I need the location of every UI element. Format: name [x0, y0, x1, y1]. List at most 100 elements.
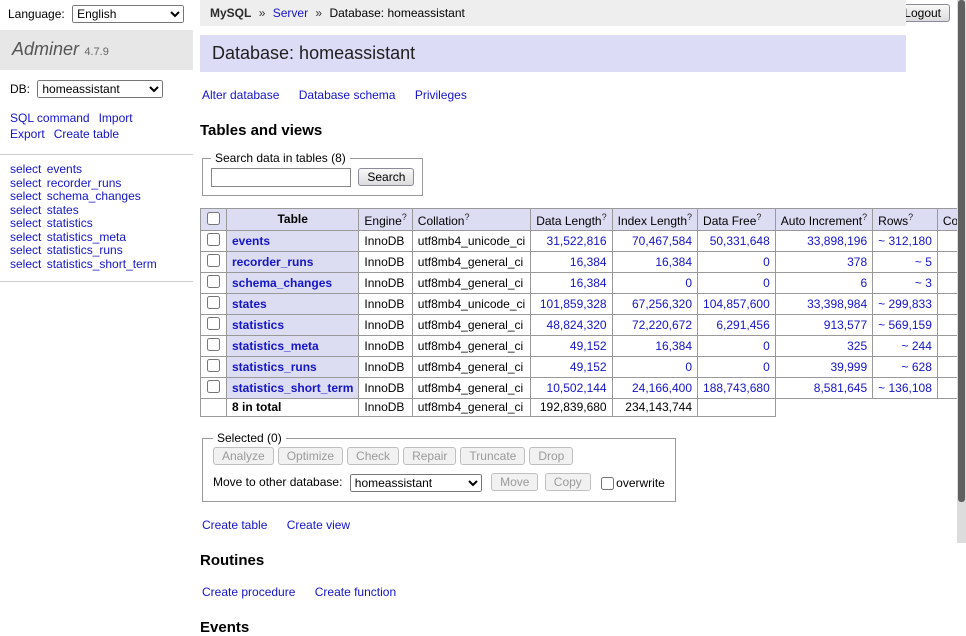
breadcrumb-current: Database: homeassistant	[329, 6, 464, 20]
sidebar-select-link[interactable]: select	[10, 230, 41, 244]
column-help-marker[interactable]: ?	[687, 212, 692, 222]
column-help-marker[interactable]: ?	[862, 212, 867, 222]
rows-count-link[interactable]: ~ 569,159	[878, 318, 932, 332]
row-checkbox[interactable]	[207, 359, 220, 372]
optimize-button[interactable]: Optimize	[278, 447, 343, 465]
sidebar-table-link[interactable]: events	[47, 162, 82, 176]
table-name-link[interactable]: events	[232, 234, 270, 248]
row-checkbox[interactable]	[207, 317, 220, 330]
table-name-link[interactable]: statistics_runs	[232, 360, 317, 374]
column-help-marker[interactable]: ?	[602, 212, 607, 222]
scrollbar-thumb[interactable]	[958, 0, 965, 502]
table-row: statisticsInnoDButf8mb4_general_ci48,824…	[201, 315, 966, 336]
sidebar-table-link[interactable]: statistics_runs	[47, 243, 123, 257]
drop-button[interactable]: Drop	[529, 447, 573, 465]
data-length-cell: 16,384	[531, 273, 612, 294]
move-button[interactable]: Move	[491, 473, 538, 491]
table-name-link[interactable]: statistics_meta	[232, 339, 319, 353]
sidebar-create-table-link[interactable]: Create table	[54, 127, 119, 141]
import-link[interactable]: Import	[99, 111, 133, 125]
rows-count-link[interactable]: ~ 3	[915, 276, 932, 290]
total-collation-cell: utf8mb4_general_ci	[412, 399, 530, 417]
database-schema-link[interactable]: Database schema	[299, 88, 396, 102]
rows-count-link[interactable]: ~ 628	[902, 360, 932, 374]
sidebar-select-link[interactable]: select	[10, 216, 41, 230]
table-name-cell: statistics_runs	[227, 357, 359, 378]
table-name-cell: statistics_meta	[227, 336, 359, 357]
app-version: 4.7.9	[84, 46, 108, 58]
auto-increment-cell: 378	[775, 252, 872, 273]
column-help-marker[interactable]: ?	[464, 212, 469, 222]
sidebar: Adminer 4.7.9 DB: homeassistant SQL comm…	[0, 30, 193, 282]
sidebar-table-link[interactable]: statistics_short_term	[47, 257, 157, 271]
check-button[interactable]: Check	[347, 447, 399, 465]
move-db-select[interactable]: homeassistant	[350, 474, 482, 492]
row-checkbox-cell	[201, 273, 227, 294]
column-help-marker[interactable]: ?	[402, 212, 407, 222]
db-select[interactable]: homeassistant	[37, 80, 163, 98]
app-name[interactable]: Adminer	[12, 39, 79, 59]
repair-button[interactable]: Repair	[403, 447, 456, 465]
rows-count-link[interactable]: ~ 299,833	[878, 297, 932, 311]
row-checkbox[interactable]	[207, 275, 220, 288]
table-name-link[interactable]: statistics	[232, 318, 284, 332]
sidebar-select-link[interactable]: select	[10, 243, 41, 257]
table-name-link[interactable]: states	[232, 297, 267, 311]
analyze-button[interactable]: Analyze	[213, 447, 274, 465]
language-bar: Language: English	[8, 5, 184, 23]
row-checkbox[interactable]	[207, 254, 220, 267]
sidebar-table-link[interactable]: recorder_runs	[47, 176, 122, 190]
table-row: statistics_runsInnoDButf8mb4_general_ci4…	[201, 357, 966, 378]
alter-database-link[interactable]: Alter database	[202, 88, 279, 102]
privileges-link[interactable]: Privileges	[415, 88, 467, 102]
rows-count-link[interactable]: ~ 244	[902, 339, 932, 353]
sidebar-select-link[interactable]: select	[10, 189, 41, 203]
column-help-marker[interactable]: ?	[756, 212, 761, 222]
create-table-link[interactable]: Create table	[202, 518, 267, 532]
table-name-link[interactable]: schema_changes	[232, 276, 332, 290]
rows-count-link[interactable]: ~ 312,180	[878, 234, 932, 248]
rows-cell: ~ 3	[873, 273, 938, 294]
create-procedure-link[interactable]: Create procedure	[202, 585, 295, 599]
data-length-cell: 10,502,144	[531, 378, 612, 399]
column-header-data-free: Data Free?	[698, 209, 776, 231]
create-view-link[interactable]: Create view	[287, 518, 350, 532]
row-checkbox[interactable]	[207, 338, 220, 351]
sidebar-table-link[interactable]: statistics_meta	[47, 230, 126, 244]
copy-button[interactable]: Copy	[545, 473, 591, 491]
create-function-link[interactable]: Create function	[315, 585, 396, 599]
column-help-marker[interactable]: ?	[908, 212, 913, 222]
breadcrumb-server-link[interactable]: Server	[273, 6, 308, 20]
sidebar-select-link[interactable]: select	[10, 162, 41, 176]
row-checkbox[interactable]	[207, 296, 220, 309]
row-checkbox[interactable]	[207, 380, 220, 393]
sidebar-table-link[interactable]: schema_changes	[47, 189, 141, 203]
table-name-link[interactable]: statistics_short_term	[232, 381, 353, 395]
truncate-button[interactable]: Truncate	[460, 447, 525, 465]
data-free-cell: 0	[698, 252, 776, 273]
select-all-checkbox[interactable]	[207, 212, 220, 225]
search-input[interactable]	[211, 168, 351, 187]
rows-count-link[interactable]: ~ 136,108	[878, 381, 932, 395]
breadcrumb-mysql-link[interactable]: MySQL	[210, 6, 251, 20]
collation-cell: utf8mb4_general_ci	[412, 252, 530, 273]
sidebar-table-link[interactable]: statistics	[47, 216, 93, 230]
overwrite-checkbox[interactable]	[601, 477, 614, 490]
sidebar-select-link[interactable]: select	[10, 203, 41, 217]
sql-command-link[interactable]: SQL command	[10, 111, 90, 125]
search-button[interactable]: Search	[358, 168, 414, 186]
sidebar-select-link[interactable]: select	[10, 176, 41, 190]
data-length-cell: 49,152	[531, 336, 612, 357]
row-checkbox-cell	[201, 252, 227, 273]
breadcrumb-separator: »	[259, 6, 266, 20]
rows-count-link[interactable]: ~ 5	[915, 255, 932, 269]
sidebar-select-link[interactable]: select	[10, 257, 41, 271]
row-checkbox-cell	[201, 294, 227, 315]
table-name-link[interactable]: recorder_runs	[232, 255, 313, 269]
language-select[interactable]: English	[72, 5, 184, 23]
export-link[interactable]: Export	[10, 127, 45, 141]
sidebar-table-link[interactable]: states	[47, 203, 79, 217]
row-checkbox[interactable]	[207, 233, 220, 246]
scrollbar[interactable]	[957, 0, 966, 543]
column-header-data-length: Data Length?	[531, 209, 612, 231]
